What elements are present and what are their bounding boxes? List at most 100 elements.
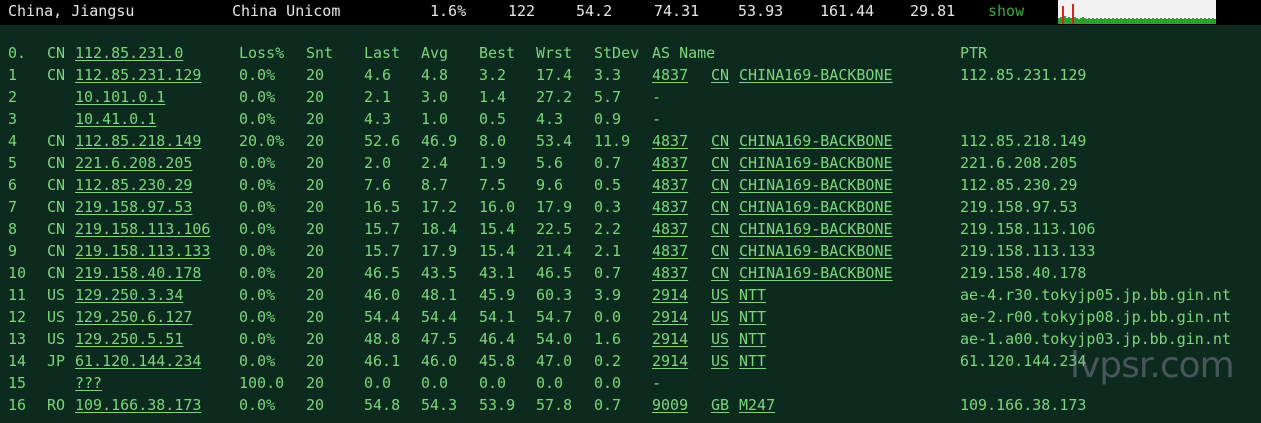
cell-ascc[interactable]: CN (711, 174, 729, 196)
cell-asname[interactable]: NTT (739, 284, 766, 306)
sparkline-bar (1106, 19, 1108, 24)
cell-asname[interactable]: CHINA169-BACKBONE (739, 262, 893, 284)
cell-hop: 10 (8, 264, 27, 282)
cell-ascc[interactable]: CN (711, 218, 729, 240)
cell-host[interactable]: 219.158.97.53 (75, 196, 192, 218)
cell-ptr: 109.166.38.173 (960, 396, 1087, 414)
cell-hop: 12 (8, 308, 27, 326)
cell-asn[interactable]: 4837 (652, 64, 688, 86)
sparkline-bar (1200, 18, 1202, 24)
cell-ascc[interactable]: CN (711, 196, 729, 218)
cell-best: 45.8 (479, 352, 516, 370)
cell-asn: - (652, 110, 662, 128)
cell-asn[interactable]: 4837 (652, 174, 688, 196)
cell-asn[interactable]: 4837 (652, 240, 688, 262)
cell-host[interactable]: 221.6.208.205 (75, 152, 192, 174)
cell-ascc[interactable]: CN (711, 262, 729, 284)
cell-host[interactable]: 129.250.5.51 (75, 328, 183, 350)
sparkline-bar (1104, 18, 1106, 24)
cell-ascc[interactable]: CN (711, 130, 729, 152)
cell-ascc[interactable]: GB (711, 394, 729, 416)
table-header-row: 0. CN 112.85.231.0 Loss% Snt Last Avg Be… (0, 42, 1261, 64)
cell-asn[interactable]: 4837 (652, 196, 688, 218)
cell-host[interactable]: 219.158.113.133 (75, 240, 210, 262)
sparkline-bar (1122, 19, 1124, 24)
cell-asname[interactable]: CHINA169-BACKBONE (739, 218, 893, 240)
cell-host[interactable]: 112.85.231.129 (75, 64, 201, 86)
cell-host[interactable]: 10.101.0.1 (75, 86, 165, 108)
cell-asname[interactable]: M247 (739, 394, 775, 416)
cell-host[interactable]: 219.158.40.178 (75, 262, 201, 284)
cell-asname[interactable]: NTT (739, 350, 766, 372)
sparkline-bar (1120, 18, 1122, 24)
cell-stdev: 0.7 (594, 396, 622, 414)
cell-wrst: 5.6 (536, 154, 564, 172)
cell-asname[interactable]: CHINA169-BACKBONE (739, 240, 893, 262)
cell-best: 1.9 (479, 154, 507, 172)
cell-host[interactable]: 112.85.218.149 (75, 130, 201, 152)
cell-host[interactable]: 129.250.3.34 (75, 284, 183, 306)
cell-loss: 0.0% (239, 352, 276, 370)
cell-asname[interactable]: CHINA169-BACKBONE (739, 64, 893, 86)
cell-asn[interactable]: 4837 (652, 152, 688, 174)
cell-hop: 7 (8, 198, 18, 216)
cell-asn[interactable]: 4837 (652, 130, 688, 152)
cell-cc: CN (47, 176, 66, 194)
cell-host[interactable]: 10.41.0.1 (75, 108, 156, 130)
cell-loss: 0.0% (239, 396, 276, 414)
cell-ascc[interactable]: US (711, 350, 729, 372)
cell-best: 46.4 (479, 330, 516, 348)
cell-ascc[interactable]: CN (711, 240, 729, 262)
cell-asn[interactable]: 2914 (652, 350, 688, 372)
sparkline-bar (1146, 19, 1148, 24)
cell-snt: 20 (306, 264, 325, 282)
cell-ptr: 219.158.40.178 (960, 264, 1087, 282)
cell-snt: 20 (306, 220, 325, 238)
sparkline-bar (1128, 18, 1130, 24)
cell-wrst: 17.4 (536, 66, 573, 84)
cell-asname[interactable]: CHINA169-BACKBONE (739, 196, 893, 218)
cell-snt: 20 (306, 132, 325, 150)
cell-host[interactable]: 61.120.144.234 (75, 350, 201, 372)
cell-asn[interactable]: 2914 (652, 306, 688, 328)
cell-host[interactable]: 109.166.38.173 (75, 394, 201, 416)
cell-host[interactable]: 219.158.113.106 (75, 218, 210, 240)
cell-asn[interactable]: 2914 (652, 328, 688, 350)
cell-host[interactable]: 112.85.230.29 (75, 174, 192, 196)
cell-asname[interactable]: CHINA169-BACKBONE (739, 152, 893, 174)
cell-host[interactable]: ??? (75, 372, 102, 394)
cell-asn[interactable]: 2914 (652, 284, 688, 306)
cell-loss: 0.0% (239, 198, 276, 216)
cell-ascc[interactable]: US (711, 306, 729, 328)
sparkline-bar (1110, 19, 1112, 24)
cell-snt: 20 (306, 352, 325, 370)
cell-asname[interactable]: NTT (739, 328, 766, 350)
cell-best: 3.2 (479, 66, 507, 84)
cell-snt: 20 (306, 154, 325, 172)
cell-asn[interactable]: 4837 (652, 262, 688, 284)
cell-asn[interactable]: 9009 (652, 394, 688, 416)
cell-ascc[interactable]: CN (711, 64, 729, 86)
sparkline-bar (1162, 19, 1164, 24)
cell-asname[interactable]: CHINA169-BACKBONE (739, 174, 893, 196)
cell-asname[interactable]: CHINA169-BACKBONE (739, 130, 893, 152)
sparkline-bar (1172, 18, 1174, 24)
show-link[interactable]: show (988, 2, 1024, 20)
sparkline-bar (1170, 19, 1172, 24)
header-snt: Snt (306, 44, 334, 62)
cell-asn[interactable]: 4837 (652, 218, 688, 240)
header-host[interactable]: 112.85.231.0 (75, 42, 183, 64)
sparkline-bar (1194, 19, 1196, 24)
cell-loss: 100.0 (239, 374, 285, 392)
sparkline-bar (1168, 18, 1170, 24)
cell-ascc[interactable]: CN (711, 152, 729, 174)
sparkline-bar (1112, 18, 1114, 24)
sparkline-bar (1074, 17, 1076, 24)
cell-host[interactable]: 129.250.6.127 (75, 306, 192, 328)
cell-ascc[interactable]: US (711, 284, 729, 306)
cell-asname[interactable]: NTT (739, 306, 766, 328)
sparkline-bar (1084, 18, 1086, 24)
sparkline-bar (1144, 18, 1146, 24)
cell-ascc[interactable]: US (711, 328, 729, 350)
cell-hop: 1 (8, 66, 18, 84)
